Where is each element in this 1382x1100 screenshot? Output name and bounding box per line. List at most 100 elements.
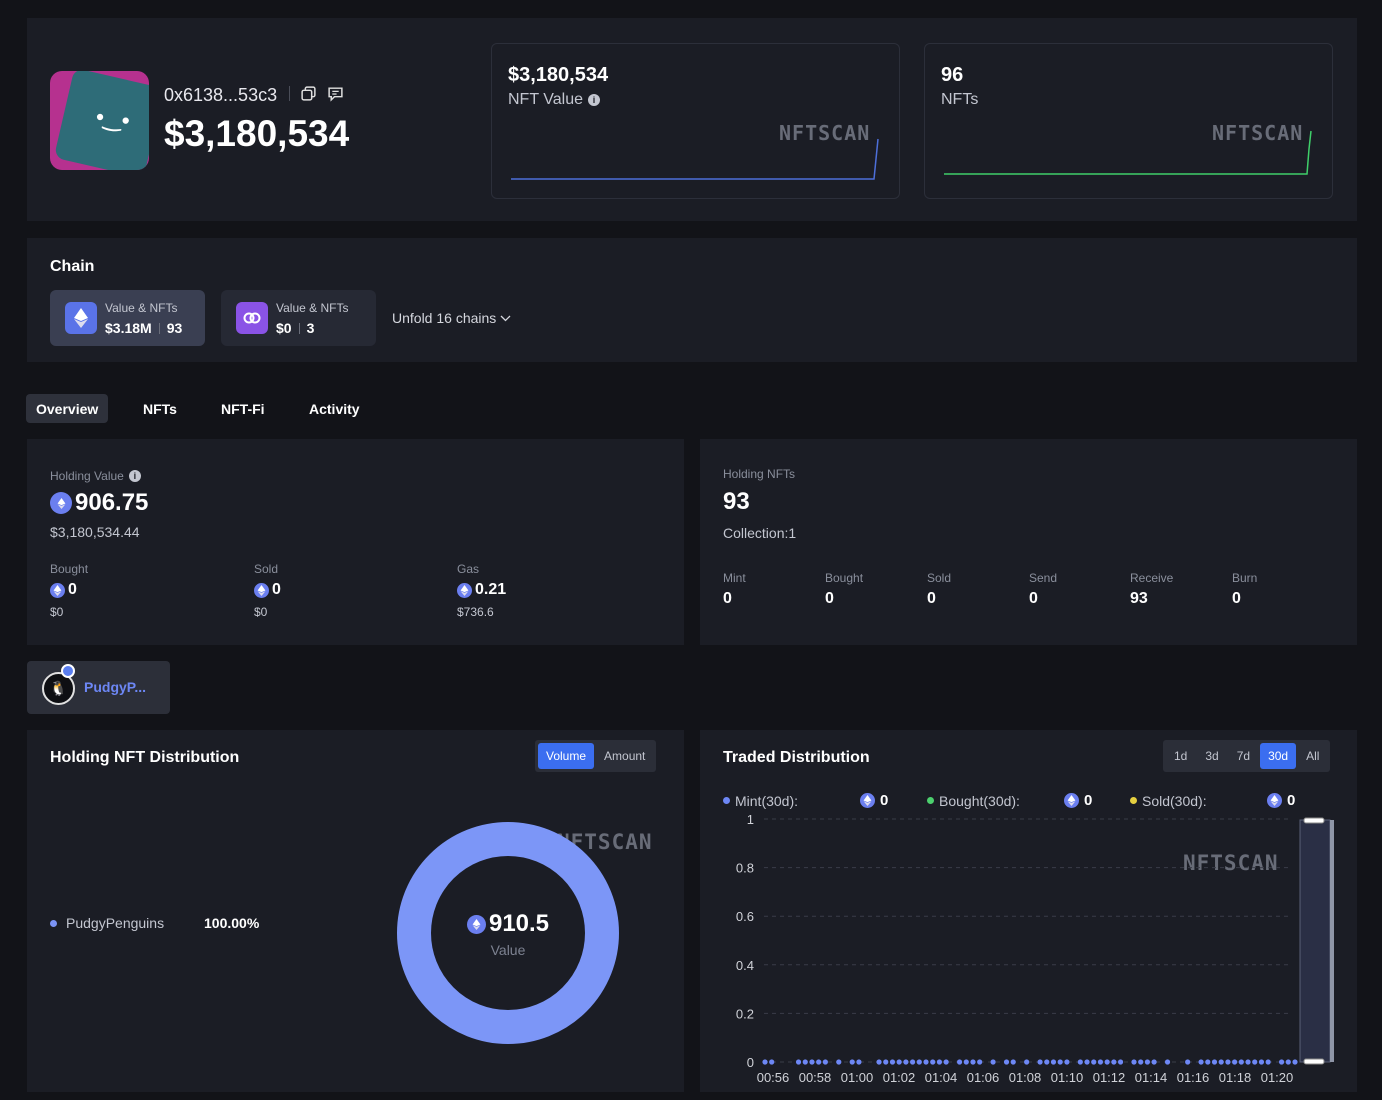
- chain-card-polygon[interactable]: Value & NFTs $0 3: [221, 290, 376, 346]
- distribution-toggle: Volume Amount: [535, 740, 657, 772]
- y-tick-label: 0.2: [736, 1006, 754, 1021]
- y-tick-label: 0.6: [736, 909, 754, 924]
- toggle-amount[interactable]: Amount: [596, 743, 653, 769]
- data-point: [816, 1059, 822, 1065]
- bought-value: 0: [825, 590, 834, 607]
- chain-card-value: $0: [276, 320, 292, 336]
- data-point: [1138, 1059, 1144, 1065]
- data-point: [1084, 1059, 1090, 1065]
- gas-usd: $736.6: [457, 605, 494, 619]
- tab-nfts[interactable]: NFTs: [133, 394, 187, 423]
- zoom-handle-bottom: [1303, 1058, 1325, 1065]
- data-point: [970, 1059, 976, 1065]
- data-point: [1285, 1059, 1291, 1065]
- bought-label: Bought: [825, 571, 864, 585]
- wallet-avatar: •‿•: [50, 71, 149, 170]
- collection-count: Collection:1: [723, 525, 797, 541]
- send-label: Send: [1029, 571, 1058, 585]
- gas-label: Gas: [457, 562, 480, 576]
- x-tick-label: 01:16: [1177, 1070, 1210, 1085]
- sold-eth: 0: [272, 581, 281, 598]
- tab-overview[interactable]: Overview: [26, 394, 109, 423]
- sold-label: Sold: [927, 571, 952, 585]
- wallet-address: 0x6138...53c3: [164, 85, 278, 105]
- data-point: [923, 1059, 929, 1065]
- divider: [289, 86, 290, 101]
- nft-value-label: NFT Value: [508, 91, 583, 108]
- traded-distribution-panel: Traded Distribution 1d 3d 7d 30d All Min…: [700, 730, 1357, 1092]
- holding-distribution-panel: Holding NFT Distribution Volume Amount P…: [27, 730, 684, 1092]
- wallet-total-value: $3,180,534: [164, 113, 350, 154]
- zoom-slider-scrollbar: [1330, 820, 1334, 1062]
- eth-icon: [254, 582, 269, 598]
- donut-center-label: Value: [490, 942, 526, 958]
- data-point: [1077, 1059, 1083, 1065]
- info-icon[interactable]: i: [128, 470, 141, 482]
- tab-activity[interactable]: Activity: [299, 394, 370, 423]
- data-point: [1097, 1059, 1104, 1065]
- x-tick-label: 01:10: [1051, 1070, 1084, 1085]
- data-point: [1278, 1059, 1285, 1065]
- y-tick-label: 0.8: [736, 861, 754, 876]
- unfold-chains-button[interactable]: Unfold 16 chains: [392, 310, 511, 326]
- y-tick-label: 0: [747, 1055, 754, 1070]
- ethereum-icon: [65, 302, 97, 334]
- data-point: [802, 1059, 808, 1065]
- toggle-volume[interactable]: Volume: [538, 743, 595, 769]
- data-point: [903, 1059, 909, 1065]
- info-icon[interactable]: i: [588, 94, 600, 106]
- data-point: [1104, 1059, 1110, 1065]
- traded-chart: 1 0.8 0.6 0.4 0.2 000:56 00:58 01:00 01:02 01:04 0…: [736, 812, 1334, 1085]
- eth-icon: [457, 582, 472, 598]
- data-point: [1205, 1059, 1211, 1065]
- polygon-icon: [236, 302, 268, 334]
- donut-center-value: 910.5: [488, 910, 550, 937]
- data-point: [990, 1059, 996, 1065]
- distribution-legend-item[interactable]: PudgyPenguins 100.00%: [50, 915, 259, 931]
- chevron-down-icon: [500, 315, 511, 321]
- copy-icon[interactable]: [300, 85, 317, 102]
- collection-chip[interactable]: 🐧 PudgyP...: [27, 661, 170, 714]
- data-point: [1010, 1059, 1016, 1065]
- nft-count-label: NFTs: [941, 91, 979, 108]
- holding-nfts-panel: Holding NFTs 93 Collection:1 Mint 0 Boug…: [700, 439, 1357, 645]
- mint-value: 0: [723, 590, 732, 607]
- nft-value-card: $3,180,534 NFT Value i NFTSCAN: [491, 43, 900, 199]
- data-point: [943, 1059, 949, 1065]
- message-icon[interactable]: [327, 85, 344, 102]
- x-tick-label: 01:14: [1135, 1070, 1168, 1085]
- burn-value: 0: [1232, 590, 1241, 607]
- unfold-chains-label: Unfold 16 chains: [392, 310, 497, 326]
- data-point: [1064, 1059, 1070, 1065]
- data-point: [1218, 1059, 1224, 1065]
- data-point: [883, 1059, 889, 1065]
- data-point: [963, 1059, 969, 1065]
- x-tick-label: 01:08: [1009, 1070, 1042, 1085]
- holding-value-panel: Holding Value i 906.75 $3,180,534.44 Bou…: [27, 439, 684, 645]
- data-point: [822, 1059, 828, 1065]
- data-point: [977, 1059, 983, 1065]
- data-point: [1252, 1059, 1258, 1065]
- x-tick-label: 01:00: [841, 1070, 874, 1085]
- data-point: [1024, 1059, 1030, 1065]
- distribution-title: Holding NFT Distribution: [50, 749, 240, 766]
- eth-icon: [466, 914, 486, 934]
- y-tick-label: 1: [747, 812, 754, 827]
- data-point: [1144, 1059, 1151, 1065]
- sold-label: Sold: [254, 562, 279, 576]
- data-point: [809, 1059, 815, 1065]
- legend-name: PudgyPenguins: [66, 915, 165, 931]
- data-point: [1292, 1059, 1298, 1065]
- tab-nft-fi[interactable]: NFT-Fi: [211, 394, 275, 423]
- collection-name: PudgyP...: [84, 679, 146, 695]
- chain-card-ethereum[interactable]: Value & NFTs $3.18M 93: [50, 290, 205, 346]
- data-point: [916, 1059, 922, 1065]
- nft-count-sparkline: [944, 130, 1312, 175]
- wallet-header: •‿• 0x6138...53c3 $3,180,534 $3,180,534 …: [27, 18, 1357, 221]
- data-point: [1057, 1059, 1063, 1065]
- data-point: [1211, 1059, 1218, 1065]
- data-point: [1117, 1059, 1124, 1065]
- data-point: [1245, 1059, 1251, 1065]
- chain-card-label: Value & NFTs: [105, 301, 178, 315]
- data-point: [1225, 1059, 1231, 1065]
